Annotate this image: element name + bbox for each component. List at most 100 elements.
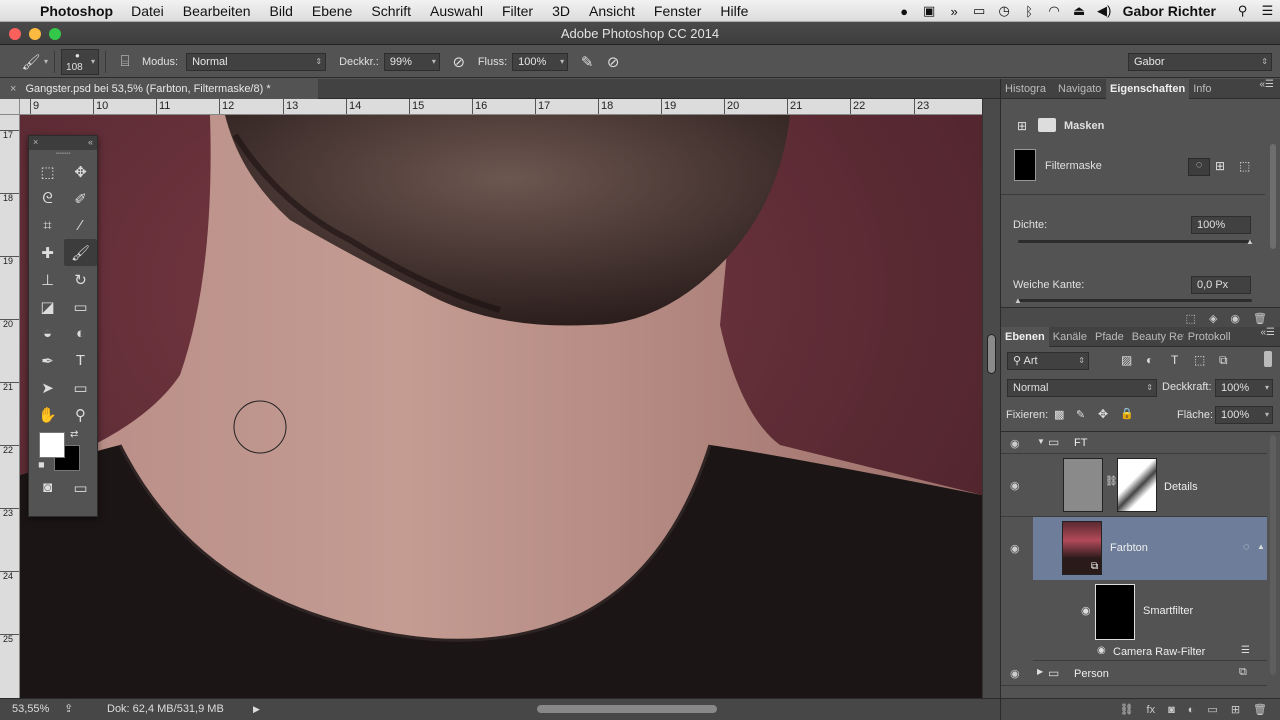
minimize-window-button[interactable]	[29, 28, 41, 40]
chevron-down-icon[interactable]: ▾	[44, 57, 48, 66]
chevron-down-icon[interactable]: ▾	[1265, 380, 1269, 396]
scroll-thumb[interactable]	[987, 334, 996, 374]
filter-type-icon[interactable]: T	[1171, 353, 1178, 367]
delete-mask-icon[interactable]: 🗑	[1253, 312, 1267, 325]
layer-row[interactable]: ◉ Camera Raw-Filter ☰	[1033, 643, 1267, 661]
density-slider[interactable]: ▲	[1018, 237, 1254, 246]
lock-pixels-icon[interactable]: ✎	[1076, 408, 1085, 421]
brush-tool-icon[interactable]: 🖌	[64, 239, 97, 266]
airbrush-icon[interactable]: ✎	[574, 53, 600, 71]
filter-toggle-switch[interactable]	[1264, 351, 1272, 367]
pressure-size-icon[interactable]: ⊘	[600, 53, 626, 71]
panel-grip[interactable]: ▪▪▪▪▪▪▪	[29, 150, 97, 158]
share-icon[interactable]: ⇪	[64, 699, 73, 719]
fill-field[interactable]: 100% ▾	[1215, 406, 1273, 424]
menu-filter[interactable]: Filter	[502, 3, 533, 19]
eject-icon[interactable]: ⏏	[1067, 3, 1092, 19]
tab-paths[interactable]: Pfade	[1091, 327, 1128, 347]
hand-tool-icon[interactable]: ✋	[31, 401, 64, 428]
layer-filter-kind-select[interactable]: ⚲ Art ⇕	[1007, 352, 1089, 370]
menu-bild[interactable]: Bild	[270, 3, 293, 19]
chevron-up-icon[interactable]: ▲	[1257, 542, 1265, 551]
filter-smart-object-icon[interactable]: ⧉	[1219, 353, 1228, 368]
mode-select[interactable]: Normal ⇕	[186, 52, 327, 71]
hat-icon[interactable]: ●	[892, 4, 917, 19]
add-mask-icon[interactable]: ◙	[1168, 704, 1175, 716]
menu-hilfe[interactable]: Hilfe	[720, 3, 748, 19]
rectangle-tool-icon[interactable]: ▭	[64, 374, 97, 401]
notification-list-icon[interactable]: ☰	[1255, 3, 1280, 19]
select-mask-icon[interactable]: ◌	[1188, 158, 1210, 176]
flow-field[interactable]: 100% ▾	[512, 52, 569, 71]
eye-icon[interactable]: ◉	[1010, 542, 1020, 555]
feather-slider[interactable]: ▲	[1014, 296, 1252, 305]
add-pixel-mask-icon[interactable]: ⊞	[1215, 159, 1225, 173]
canvas-vertical-scrollbar[interactable]	[982, 99, 1000, 698]
blend-mode-select[interactable]: Normal ⇕	[1007, 379, 1157, 397]
density-field[interactable]: 100%	[1191, 216, 1251, 234]
gradient-tool-icon[interactable]: ▭	[64, 293, 97, 320]
close-window-button[interactable]	[9, 28, 21, 40]
swap-colors-icon[interactable]: ⇄	[70, 429, 78, 440]
quick-selection-tool-icon[interactable]: ✐	[64, 185, 97, 212]
eye-icon[interactable]: ◉	[1081, 604, 1091, 617]
chevron-down-icon[interactable]: ▾	[560, 54, 564, 70]
lock-all-icon[interactable]: 🔒	[1120, 407, 1134, 420]
slider-knob-icon[interactable]: ▲	[1246, 237, 1254, 246]
ruler-vertical[interactable]: 17 18 19 20 21 22 23 24 25	[0, 115, 20, 698]
layer-opacity-field[interactable]: 100% ▾	[1215, 379, 1273, 397]
menu-schrift[interactable]: Schrift	[371, 3, 411, 19]
layers-scrollbar[interactable]	[1270, 435, 1276, 675]
menu-auswahl[interactable]: Auswahl	[430, 3, 483, 19]
feather-field[interactable]: 0,0 Px	[1191, 276, 1251, 294]
menu-fenster[interactable]: Fenster	[654, 3, 701, 19]
zoom-tool-icon[interactable]: ⚲	[64, 401, 97, 428]
opacity-field[interactable]: 99% ▾	[383, 52, 440, 71]
layer-row[interactable]: ◉ ⛓ Details	[1001, 454, 1267, 517]
tab-beauty-retouch[interactable]: Beauty Ret	[1128, 327, 1184, 347]
volume-icon[interactable]: ◀)	[1092, 3, 1117, 19]
new-layer-icon[interactable]: ⊞	[1231, 703, 1240, 716]
close-icon[interactable]: ×	[33, 137, 38, 147]
tab-channels[interactable]: Kanäle	[1049, 327, 1091, 347]
bluetooth-icon[interactable]: ᛒ	[1017, 4, 1042, 19]
menu-user-name[interactable]: Gabor Richter	[1123, 3, 1216, 19]
brush-tool-preset-icon[interactable]: 🖌	[18, 53, 44, 71]
layer-row[interactable]: ◉ ▶ ▭ Person ⧉	[1001, 662, 1267, 686]
display-icon[interactable]: ▣	[917, 3, 942, 19]
eye-icon[interactable]: ◉	[1097, 645, 1106, 656]
menu-ansicht[interactable]: Ansicht	[589, 3, 635, 19]
healing-brush-tool-icon[interactable]: ✚	[31, 239, 64, 266]
new-group-icon[interactable]: ▭	[1207, 703, 1217, 716]
link-icon[interactable]: ⛓	[1105, 476, 1118, 487]
filter-shape-icon[interactable]: ⬚	[1194, 353, 1205, 367]
pressure-opacity-icon[interactable]: ⊘	[446, 53, 472, 71]
properties-scrollbar[interactable]	[1270, 144, 1276, 249]
tools-panel-header[interactable]: × «	[29, 136, 97, 150]
load-selection-icon[interactable]: ⬚	[1186, 312, 1196, 325]
menu-app-name[interactable]: Photoshop	[40, 3, 113, 19]
history-brush-tool-icon[interactable]: ↻	[64, 266, 97, 293]
brush-panel-toggle-icon[interactable]: ⌸	[112, 53, 138, 70]
crop-tool-icon[interactable]: ⌗	[31, 212, 64, 239]
apply-mask-icon[interactable]: ◈	[1209, 312, 1217, 325]
collapse-icon[interactable]: «	[88, 137, 93, 147]
status-menu-arrow-icon[interactable]: ▶	[253, 699, 260, 719]
quick-mask-icon[interactable]: ◙	[31, 474, 64, 501]
search-icon[interactable]: ⚲	[1230, 3, 1255, 19]
tab-history[interactable]: Protokoll	[1184, 327, 1235, 347]
panel-menu-icon[interactable]: «☰	[1260, 327, 1275, 338]
ruler-horizontal[interactable]: 9 10 11 12 13 14 15 16 17 18 19 20 21 22…	[20, 99, 982, 115]
time-machine-icon[interactable]: ◷	[992, 3, 1017, 19]
close-tab-icon[interactable]: ×	[10, 83, 16, 95]
eraser-tool-icon[interactable]: ◪	[31, 293, 64, 320]
chevron-right-icon[interactable]: ▶	[1037, 667, 1043, 676]
pen-tool-icon[interactable]: ✒	[31, 347, 64, 374]
clone-stamp-tool-icon[interactable]: ⊥	[31, 266, 64, 293]
lock-transparency-icon[interactable]: ▩	[1054, 408, 1064, 421]
link-layers-icon[interactable]: ⛓	[1120, 703, 1134, 716]
dodge-tool-icon[interactable]: ◐	[64, 320, 97, 347]
chevron-down-icon[interactable]: ▾	[1265, 407, 1269, 423]
airplay-icon[interactable]: ▭	[967, 3, 992, 19]
smart-filter-indicator-icon[interactable]: ◌	[1243, 541, 1250, 553]
